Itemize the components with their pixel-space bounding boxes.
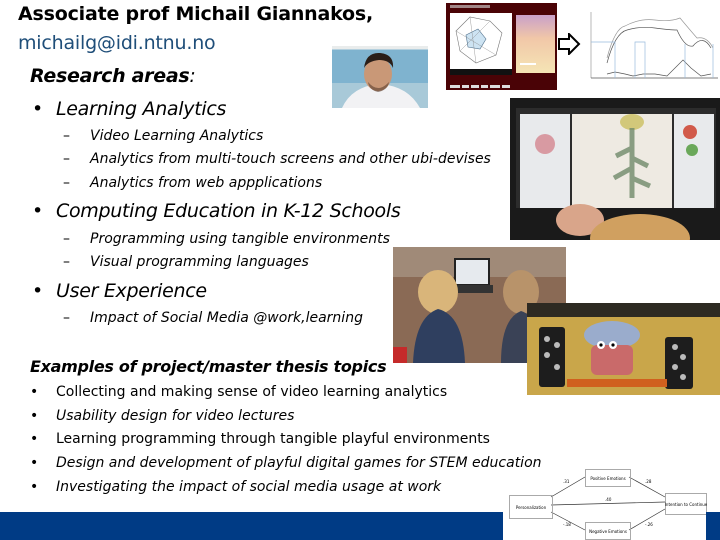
bullet-icon: • bbox=[30, 455, 39, 471]
topic-label: Collecting and making sense of video lea… bbox=[56, 384, 448, 400]
bullet-icon: • bbox=[30, 431, 39, 447]
diagram-node-intention: Intention to Continue bbox=[665, 493, 707, 515]
topic-label: Usability design for video lectures bbox=[56, 408, 295, 424]
portrait-photo bbox=[332, 46, 428, 108]
dash-icon: – bbox=[63, 231, 70, 247]
edge-label: .40 bbox=[605, 497, 612, 502]
diagram-node-label: Personalization bbox=[515, 504, 547, 510]
analytics-line-chart-thumbnail bbox=[585, 8, 720, 86]
dash-icon: – bbox=[63, 254, 70, 270]
topic-item: • Learning programming through tangible … bbox=[30, 429, 490, 449]
video-analytics-app-screenshot bbox=[446, 3, 557, 90]
research-areas-heading: Research areas: bbox=[30, 64, 196, 88]
presenter-name-title: Associate prof Michail Giannakos, bbox=[18, 3, 374, 25]
diagram-node-label: Positive Emotions bbox=[590, 475, 626, 481]
presenter-email[interactable]: michailg@idi.ntnu.no bbox=[18, 31, 216, 55]
diagram-node-negative-emotions: Negative Emotions bbox=[585, 522, 631, 540]
research-areas-heading-colon: : bbox=[189, 65, 196, 87]
dash-icon: – bbox=[63, 310, 70, 326]
topic-item: • Usability design for video lectures bbox=[30, 406, 295, 426]
bullet-icon: • bbox=[30, 479, 39, 495]
diagram-node-positive-emotions: Positive Emotions bbox=[585, 469, 631, 487]
multitouch-screen-photo bbox=[510, 98, 720, 240]
research-subitem: – Impact of Social Media @work,learning bbox=[63, 309, 363, 327]
right-arrow-icon bbox=[557, 31, 581, 57]
research-subitem-label: Impact of Social Media @work,learning bbox=[90, 310, 363, 326]
research-subitem-label: Programming using tangible environments bbox=[90, 231, 390, 247]
topic-label: Design and development of playful digita… bbox=[56, 455, 542, 471]
diagram-node-label: Negative Emotions bbox=[589, 528, 627, 534]
topic-item: • Collecting and making sense of video l… bbox=[30, 382, 448, 402]
edge-label: -.26 bbox=[645, 522, 653, 527]
bullet-icon: • bbox=[32, 98, 43, 120]
dash-icon: – bbox=[63, 151, 70, 167]
research-subitem-label: Video Learning Analytics bbox=[90, 128, 264, 144]
dash-icon: – bbox=[63, 175, 70, 191]
topic-label: Learning programming through tangible pl… bbox=[56, 431, 490, 447]
research-area-label: Computing Education in K-12 Schools bbox=[56, 200, 401, 222]
research-subitem-label: Analytics from multi-touch screens and o… bbox=[90, 151, 491, 167]
dash-icon: – bbox=[63, 128, 70, 144]
research-subitem: – Analytics from web appplications bbox=[63, 174, 323, 192]
research-subitem: – Analytics from multi-touch screens and… bbox=[63, 150, 491, 168]
examples-heading: Examples of project/master thesis topics bbox=[30, 357, 387, 376]
diagram-node-personalization: Personalization bbox=[509, 495, 553, 519]
edge-label: -.18 bbox=[563, 522, 571, 527]
edge-label: .31 bbox=[563, 479, 570, 484]
footer-bar-right-segment bbox=[706, 512, 720, 540]
tangible-robot-photo bbox=[527, 303, 720, 395]
research-subitem: – Visual programming languages bbox=[63, 253, 309, 271]
research-model-diagram: Personalization Positive Emotions Negati… bbox=[503, 467, 720, 540]
research-area-user-experience: • User Experience bbox=[32, 279, 207, 303]
research-area-label: Learning Analytics bbox=[56, 98, 227, 120]
edge-label: .28 bbox=[645, 479, 652, 484]
research-subitem: – Video Learning Analytics bbox=[63, 127, 264, 145]
bullet-icon: • bbox=[32, 200, 43, 222]
research-subitem-label: Analytics from web appplications bbox=[90, 175, 323, 191]
topic-item: • Investigating the impact of social med… bbox=[30, 477, 442, 497]
research-subitem-label: Visual programming languages bbox=[90, 254, 309, 270]
research-subitem: – Programming using tangible environment… bbox=[63, 230, 390, 248]
bullet-icon: • bbox=[30, 384, 39, 400]
research-areas-heading-text: Research areas bbox=[30, 65, 190, 87]
diagram-node-label: Intention to Continue bbox=[664, 501, 708, 507]
bullet-icon: • bbox=[32, 280, 43, 302]
research-area-computing-education: • Computing Education in K-12 Schools bbox=[32, 199, 401, 223]
research-area-learning-analytics: • Learning Analytics bbox=[32, 97, 227, 121]
bullet-icon: • bbox=[30, 408, 39, 424]
topic-item: • Design and development of playful digi… bbox=[30, 453, 542, 473]
topic-label: Investigating the impact of social media… bbox=[56, 479, 442, 495]
research-area-label: User Experience bbox=[56, 280, 207, 302]
